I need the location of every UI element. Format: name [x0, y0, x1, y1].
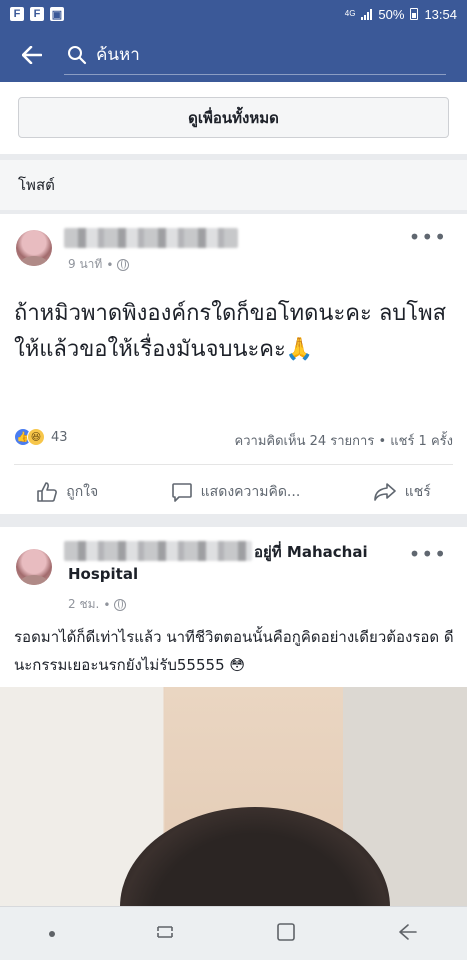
recent-apps-button[interactable]: [154, 923, 176, 945]
public-globe-icon: [114, 598, 127, 611]
public-globe-icon: [117, 258, 130, 271]
clock: 13:54: [424, 6, 457, 22]
post-card: 9 นาที • ••• ถ้าหมิวพาดพิงองค์กรใดก็ขอโท…: [0, 214, 467, 514]
search-input[interactable]: [90, 44, 430, 65]
photo-subject: [120, 807, 390, 907]
more-options-icon[interactable]: •••: [409, 227, 447, 247]
signal-icon: [361, 8, 373, 20]
home-square-icon: [277, 922, 295, 941]
like-button[interactable]: ถูกใจ: [36, 481, 98, 503]
thumbs-up-icon: [37, 482, 58, 502]
post-actions: ถูกใจ แสดงความคิด... แชร์: [0, 472, 467, 512]
post-meta: 9 นาที •: [68, 255, 130, 274]
back-arrow-icon: [398, 923, 417, 940]
battery-percent: 50%: [378, 6, 405, 22]
comment-bubble-icon: [171, 483, 192, 502]
facebook-notification-icon: F: [30, 7, 44, 21]
system-navigation-bar: [0, 906, 467, 960]
post-time[interactable]: 9 นาที: [68, 255, 102, 274]
post-text: รอดมาได้ก็ดีเท่าไรแล้ว นาทีชีวิตตอนนั้นค…: [14, 628, 454, 674]
post-text: ถ้าหมิวพาดพิงองค์กรใดก็ขอโทดนะคะ ลบโพสให…: [14, 301, 447, 362]
share-button[interactable]: แชร์: [373, 481, 431, 503]
search-bar[interactable]: [64, 35, 446, 75]
post-meta: 2 ชม. •: [68, 595, 127, 614]
notification-icons: F F ▣: [10, 7, 64, 21]
share-label: แชร์: [404, 484, 431, 500]
dot-icon: [49, 930, 56, 937]
reaction-count: 43: [51, 429, 68, 445]
comment-button[interactable]: แสดงความคิด...: [171, 481, 301, 503]
post-time[interactable]: 2 ชม.: [68, 595, 99, 614]
search-icon: [64, 42, 90, 68]
status-bar: F F ▣ 4G 50% 13:54: [0, 0, 467, 28]
search-header: [0, 28, 467, 82]
nav-dot-button[interactable]: [49, 930, 56, 937]
avatar[interactable]: [16, 230, 52, 266]
battery-icon: [410, 8, 419, 20]
post-card: อยู่ที่ Mahachai Hospital 2 ชม. • ••• รอ…: [0, 527, 467, 907]
home-button[interactable]: [275, 921, 297, 947]
gallery-notification-icon: ▣: [50, 7, 64, 21]
divider: [14, 464, 453, 465]
network-type: 4G: [344, 9, 356, 18]
posts-section-label: โพสต์: [0, 160, 467, 210]
haha-reaction-icon: 😆: [27, 428, 45, 446]
back-button[interactable]: [0, 28, 64, 82]
check-in-location[interactable]: อยู่ที่ Mahachai Hospital: [68, 541, 388, 585]
see-all-friends-button[interactable]: ดูเพื่อนทั้งหมด: [18, 97, 449, 138]
comment-label: แสดงความคิด...: [200, 484, 301, 500]
avatar[interactable]: [16, 549, 52, 585]
friends-section: ดูเพื่อนทั้งหมด: [0, 82, 467, 154]
back-arrow-icon: [22, 46, 42, 64]
post-photo[interactable]: [0, 687, 467, 907]
back-nav-button[interactable]: [396, 922, 418, 946]
share-arrow-icon: [373, 483, 396, 501]
reactions-bar[interactable]: 👍 😆 43: [14, 428, 68, 446]
recent-apps-icon: [157, 925, 173, 938]
comments-shares-summary[interactable]: ความคิดเห็น 24 รายการ • แชร์ 1 ครั้ง: [235, 430, 453, 451]
blurred-author-name[interactable]: [64, 228, 238, 248]
like-label: ถูกใจ: [66, 484, 99, 500]
facebook-notification-icon: F: [10, 7, 24, 21]
more-options-icon[interactable]: •••: [409, 544, 447, 564]
